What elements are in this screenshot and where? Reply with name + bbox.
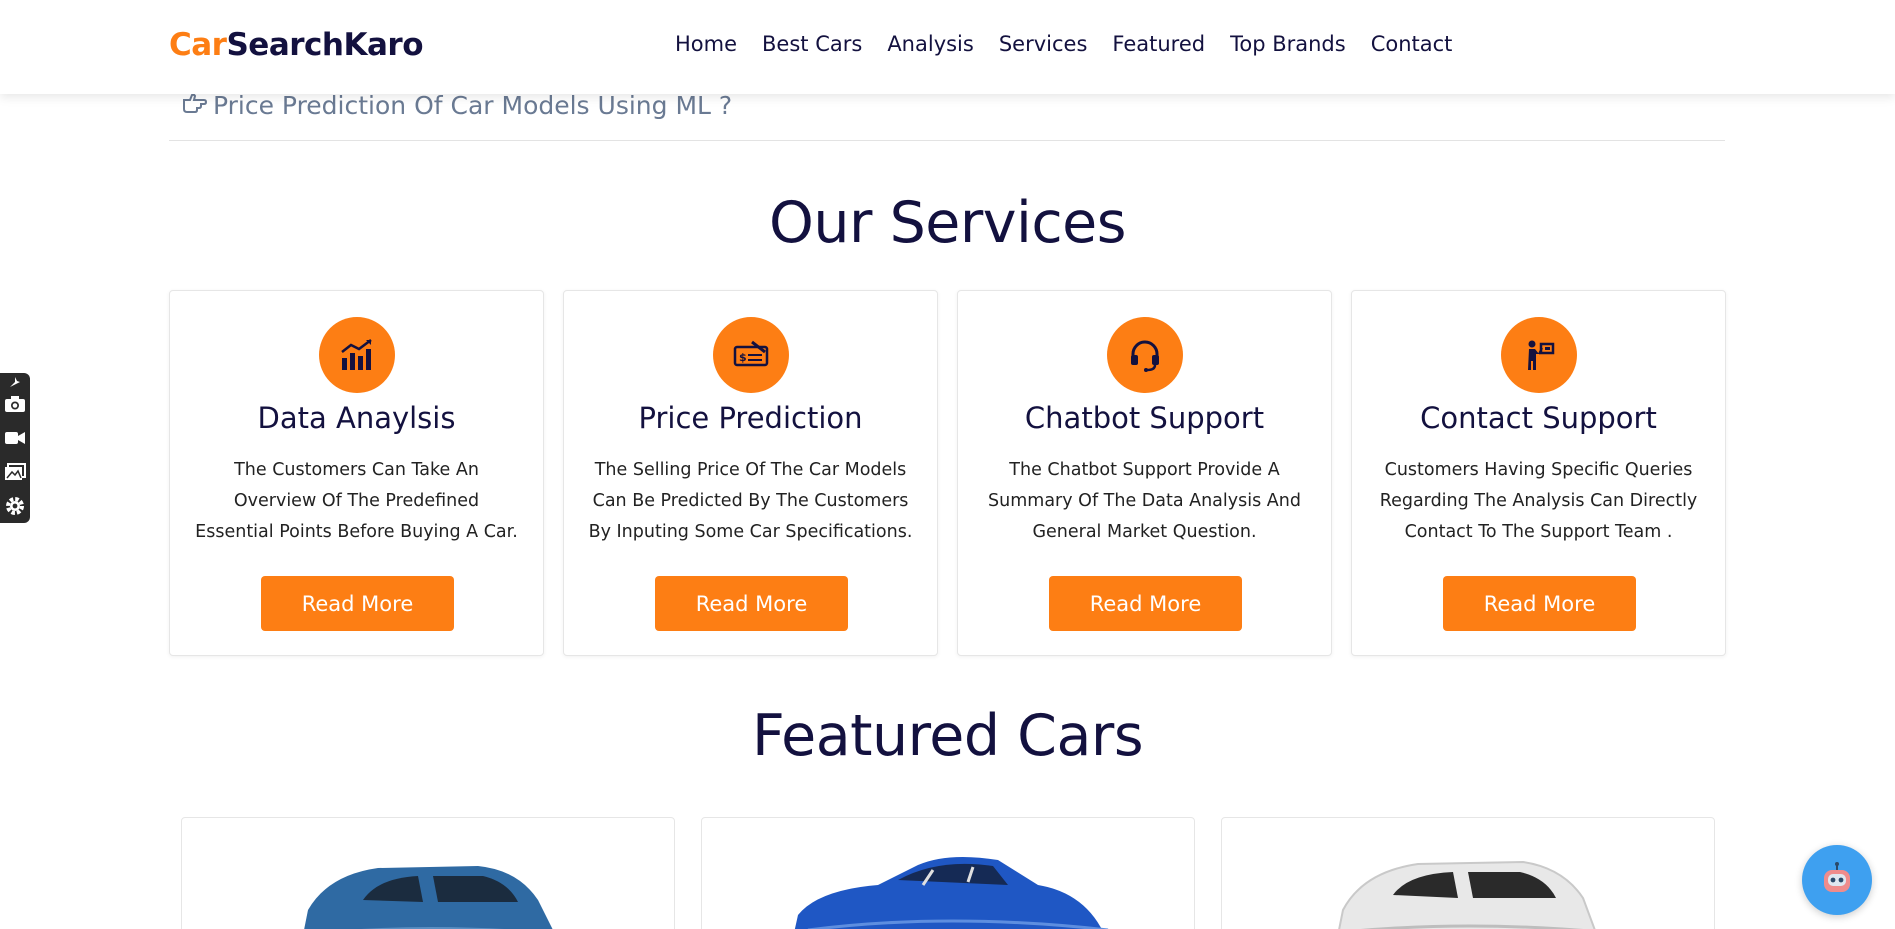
- chart-icon: [319, 317, 395, 393]
- video-icon[interactable]: [2, 425, 28, 451]
- chatbot-button[interactable]: [1802, 845, 1872, 915]
- nav-home[interactable]: Home: [675, 32, 737, 56]
- price-prediction-row[interactable]: Price Prediction Of Car Models Using ML …: [169, 88, 1725, 141]
- featured-heading-part2: Cars: [1017, 703, 1144, 769]
- site-header: CarSearchKaro Home Best Cars Analysis Se…: [0, 0, 1895, 94]
- featured-car-card[interactable]: [1221, 817, 1715, 929]
- nav-top-brands[interactable]: Top Brands: [1230, 32, 1346, 56]
- car-image: [1338, 860, 1596, 929]
- service-card-contact-support: Contact Support Customers Having Specifi…: [1351, 290, 1726, 656]
- service-description: The Customers Can Take An Overview Of Th…: [195, 460, 518, 542]
- nav-services[interactable]: Services: [999, 32, 1088, 56]
- read-more-button[interactable]: Read More: [1443, 576, 1636, 631]
- pin-icon[interactable]: [2, 373, 28, 391]
- camera-icon[interactable]: [2, 391, 28, 417]
- screen-capture-toolbar: [0, 373, 30, 523]
- main-nav: Home Best Cars Analysis Services Feature…: [675, 32, 1452, 56]
- service-title: Price Prediction: [638, 401, 863, 435]
- service-description: The Chatbot Support Provide A Summary Of…: [988, 460, 1301, 542]
- logo-part-searchkaro: SearchKaro: [226, 27, 423, 63]
- service-card-data-analysis: Data Anaylsis The Customers Can Take An …: [169, 290, 544, 656]
- service-card-price-prediction: $ Price Prediction The Selling Price Of …: [563, 290, 938, 656]
- logo[interactable]: CarSearchKaro: [169, 27, 423, 63]
- service-description: The Selling Price Of The Car Models Can …: [588, 460, 913, 542]
- car-image: [304, 866, 553, 929]
- price-prediction-link[interactable]: Price Prediction Of Car Models Using ML …: [213, 91, 732, 120]
- service-title: Contact Support: [1420, 401, 1657, 435]
- car-image: [794, 856, 1109, 929]
- services-heading-part2: Services: [889, 190, 1126, 256]
- hand-pointing-icon: [181, 92, 209, 118]
- nav-analysis[interactable]: Analysis: [887, 32, 974, 56]
- svg-text:$: $: [739, 351, 747, 364]
- price-tag-icon: $: [713, 317, 789, 393]
- nav-featured[interactable]: Featured: [1112, 32, 1205, 56]
- person-sign-icon: [1501, 317, 1577, 393]
- nav-contact[interactable]: Contact: [1371, 32, 1453, 56]
- service-description: Customers Having Specific Queries Regard…: [1379, 460, 1698, 542]
- featured-heading-part1: Featured: [751, 703, 1000, 769]
- service-title: Chatbot Support: [1024, 401, 1265, 435]
- service-title: Data Anaylsis: [257, 401, 456, 435]
- robot-icon: [1824, 862, 1850, 892]
- read-more-button[interactable]: Read More: [261, 576, 454, 631]
- featured-car-card[interactable]: [701, 817, 1195, 929]
- services-heading: Our Services: [0, 190, 1895, 256]
- service-card-chatbot-support: Chatbot Support The Chatbot Support Prov…: [957, 290, 1332, 656]
- gallery-icon[interactable]: [2, 459, 28, 485]
- services-heading-part1: Our: [769, 190, 872, 256]
- read-more-button[interactable]: Read More: [655, 576, 848, 631]
- nav-best-cars[interactable]: Best Cars: [762, 32, 862, 56]
- logo-part-car: Car: [169, 27, 227, 63]
- read-more-button[interactable]: Read More: [1049, 576, 1242, 631]
- headset-icon: [1107, 317, 1183, 393]
- gear-icon[interactable]: [2, 493, 28, 519]
- featured-heading: Featured Cars: [0, 703, 1895, 769]
- featured-car-card[interactable]: [181, 817, 675, 929]
